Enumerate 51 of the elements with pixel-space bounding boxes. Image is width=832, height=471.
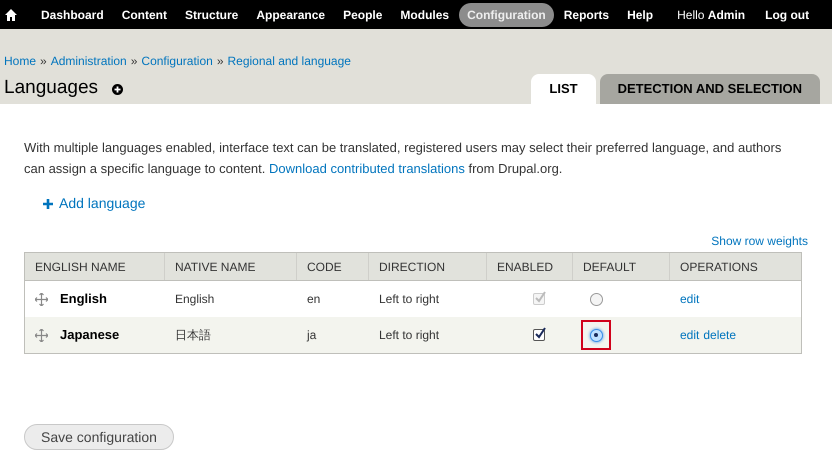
toolbar-link[interactable]: Modules <box>392 2 458 26</box>
column-header: DIRECTION <box>369 253 487 280</box>
column-header: NATIVE NAME <box>165 253 297 280</box>
home-icon[interactable] <box>5 8 17 20</box>
table-cell-text: 日本語 <box>175 327 211 344</box>
operation-link[interactable]: delete <box>703 326 736 344</box>
toolbar-link[interactable]: Appearance <box>248 2 334 26</box>
table-cell-text: ja <box>307 327 316 344</box>
operation-link[interactable]: edit <box>680 290 700 308</box>
breadcrumb-separator: » <box>40 53 47 70</box>
default-radio[interactable] <box>590 292 602 306</box>
breadcrumb-separator: » <box>216 53 224 70</box>
table-cell-text: Japanese <box>60 326 120 344</box>
table-cell-text: English <box>175 291 214 308</box>
tab[interactable]: LIST <box>531 74 596 104</box>
tab[interactable]: DETECTION AND SELECTION <box>600 74 820 104</box>
toolbar-link[interactable]: Content <box>114 2 176 26</box>
toolbar-link[interactable]: People <box>335 2 390 26</box>
breadcrumb-separator: » <box>130 53 138 70</box>
user-greeting: Hello Admin <box>677 6 746 24</box>
table-cell-text: Left to right <box>379 291 440 308</box>
table-cell-text: English <box>60 290 107 308</box>
show-row-weights-link[interactable]: Show row weights <box>711 232 808 250</box>
toolbar-link[interactable]: Structure <box>177 2 246 26</box>
page-title: Languages <box>4 76 98 100</box>
save-button[interactable]: Save configuration <box>24 424 174 450</box>
drag-handle-icon[interactable] <box>35 292 48 306</box>
drag-handle-icon[interactable] <box>35 328 48 342</box>
default-radio[interactable] <box>590 328 602 342</box>
table-cell-text: Left to right <box>379 327 440 344</box>
add-shortcut-icon[interactable] <box>112 84 124 96</box>
logout-link[interactable]: Log out <box>765 6 810 24</box>
column-header: DEFAULT <box>573 253 670 280</box>
table-cell-text: en <box>307 291 320 308</box>
column-header: ENGLISH NAME <box>25 253 165 280</box>
download-translations-link[interactable]: Download contributed translations <box>269 161 465 176</box>
operation-link[interactable]: edit <box>680 326 700 344</box>
column-header: ENABLED <box>487 253 573 280</box>
toolbar-link[interactable]: Help <box>619 2 662 26</box>
breadcrumb-link[interactable]: Home <box>4 52 36 70</box>
enabled-checkbox[interactable] <box>533 329 545 341</box>
plus-icon <box>43 198 53 208</box>
toolbar-link[interactable]: Reports <box>556 2 618 26</box>
column-header: OPERATIONS <box>679 258 759 276</box>
breadcrumb-link[interactable]: Administration <box>50 52 127 70</box>
toolbar-link[interactable]: Dashboard <box>33 2 112 26</box>
breadcrumb-link[interactable]: Regional and language <box>228 52 351 70</box>
add-language-link[interactable]: Add language <box>43 193 146 214</box>
breadcrumb-link[interactable]: Configuration <box>141 52 213 70</box>
column-header: CODE <box>297 253 369 280</box>
intro-paragraph: With multiple languages enabled, interface text can be translated, registered users may select their preferred language, and authors can assign a specific language to content. Download contributed translations from Drupal.org. <box>24 139 782 178</box>
